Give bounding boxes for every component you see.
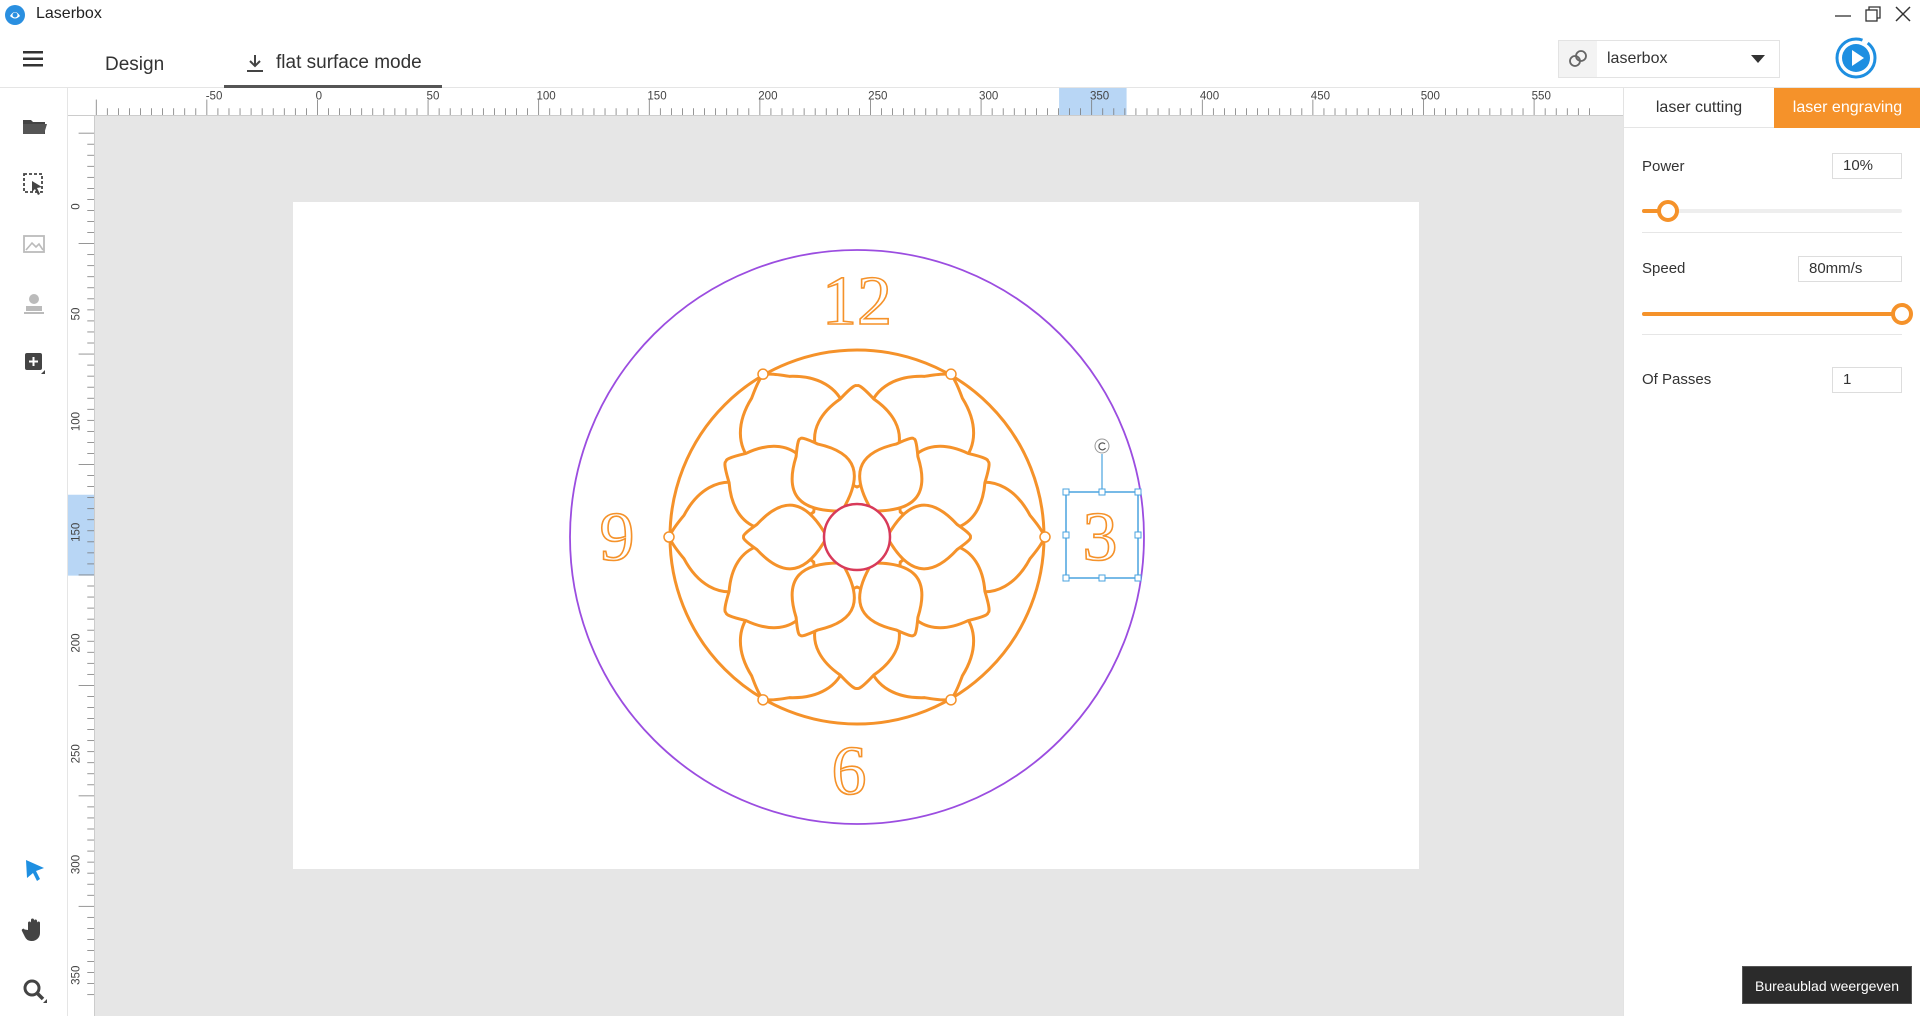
ruler-label: 450 — [1311, 91, 1330, 103]
path-node — [757, 368, 769, 380]
clock-number-9[interactable]: 9 — [599, 498, 636, 577]
tab-design[interactable]: Design — [105, 54, 164, 76]
ruler-label: 550 — [1532, 91, 1551, 103]
top-ruler[interactable]: -50 0 50 100 150 200 250 300 350 400 450… — [68, 88, 1623, 116]
ruler-label: 250 — [71, 744, 83, 763]
ruler-label: 300 — [71, 855, 83, 874]
ruler-label: 150 — [71, 523, 83, 542]
speed-label: Speed — [1642, 260, 1686, 277]
ruler-label: -50 — [206, 91, 223, 103]
ruler-label: 200 — [71, 633, 83, 652]
app-title: Laserbox — [36, 5, 102, 22]
ruler-label: 0 — [71, 203, 83, 209]
divider — [1642, 232, 1902, 233]
add-shape-icon[interactable] — [18, 346, 50, 378]
show-desktop-tooltip: Bureaublad weergeven — [1742, 966, 1912, 1004]
open-folder-icon[interactable] — [18, 110, 50, 142]
power-slider-thumb[interactable] — [1657, 200, 1679, 222]
center-circle[interactable] — [822, 502, 892, 572]
tab-laser-cutting[interactable]: laser cutting — [1624, 88, 1774, 128]
resize-handle[interactable] — [1134, 574, 1142, 582]
left-ruler-labels: 0 50 100 150 200 250 300 350 — [71, 203, 83, 985]
design-canvas[interactable]: 12 9 3 6 — [95, 116, 1623, 1016]
speed-slider[interactable] — [1642, 303, 1913, 325]
tab-flat-surface-mode[interactable]: flat surface mode — [224, 52, 442, 88]
zoom-icon[interactable] — [18, 974, 50, 1006]
ruler-label: 100 — [536, 91, 555, 103]
start-job-play-icon[interactable] — [1834, 36, 1878, 80]
resize-handle[interactable] — [1134, 531, 1142, 539]
clock-design[interactable]: 12 9 3 6 — [293, 202, 1419, 869]
link-icon — [1569, 50, 1587, 67]
settings-panel: laser cutting laser engraving Power 10% … — [1623, 88, 1920, 1016]
divider — [1642, 334, 1902, 335]
clock-number-6[interactable]: 6 — [831, 732, 868, 811]
ruler-label: 100 — [71, 412, 83, 431]
title-bar: Laserbox — [0, 0, 1920, 30]
power-input[interactable]: 10% — [1832, 153, 1902, 179]
workpiece-area[interactable]: 12 9 3 6 — [293, 202, 1419, 869]
clock-number-12[interactable]: 12 — [821, 262, 893, 341]
clock-number-3[interactable]: 3 — [1082, 498, 1119, 577]
device-name: laserbox — [1607, 50, 1668, 67]
tab-laser-engraving[interactable]: laser engraving — [1774, 88, 1920, 128]
resize-handle[interactable] — [1062, 531, 1070, 539]
left-ruler[interactable]: 0 50 100 150 200 250 300 350 — [68, 116, 95, 1016]
header-bar: Design flat surface mode laserbox — [0, 30, 1920, 88]
restore-icon[interactable] — [1858, 2, 1888, 28]
left-toolbar — [0, 88, 68, 1016]
ruler-label: 350 — [1090, 91, 1109, 103]
passes-label: Of Passes — [1642, 371, 1712, 388]
ruler-label: 500 — [1421, 91, 1440, 103]
ruler-label: 200 — [758, 91, 777, 103]
resize-handle[interactable] — [1098, 574, 1106, 582]
chevron-down-icon — [1751, 55, 1765, 63]
path-node — [757, 694, 769, 706]
path-node — [945, 368, 957, 380]
tab-flat-label: flat surface mode — [276, 52, 422, 73]
stamp-icon[interactable] — [18, 288, 50, 320]
speed-input[interactable]: 80mm/s — [1798, 256, 1902, 282]
power-slider[interactable] — [1642, 200, 1902, 222]
resize-handle[interactable] — [1062, 574, 1070, 582]
ruler-label: 50 — [71, 308, 83, 321]
path-node — [945, 694, 957, 706]
power-label: Power — [1642, 158, 1685, 175]
laserbox-logo-icon — [5, 5, 25, 25]
path-node — [663, 531, 675, 543]
minimize-icon[interactable] — [1828, 2, 1858, 28]
ruler-label: 350 — [71, 966, 83, 985]
download-tray-icon — [247, 55, 263, 72]
device-link-button[interactable] — [1559, 41, 1597, 77]
ruler-label: 250 — [868, 91, 887, 103]
close-icon[interactable] — [1888, 2, 1918, 28]
pointer-icon[interactable] — [18, 854, 50, 886]
ruler-label: 300 — [979, 91, 998, 103]
top-ruler-labels: -50 0 50 100 150 200 250 300 350 400 450… — [206, 91, 1551, 103]
ruler-label: 50 — [427, 91, 440, 103]
image-icon[interactable] — [18, 228, 50, 260]
rotate-handle-icon[interactable] — [1094, 438, 1110, 454]
hamburger-menu-icon[interactable] — [18, 46, 50, 72]
ruler-label: 400 — [1200, 91, 1219, 103]
resize-handle[interactable] — [1134, 488, 1142, 496]
select-region-icon[interactable] — [18, 168, 50, 200]
ruler-label: 0 — [316, 91, 322, 103]
resize-handle[interactable] — [1098, 488, 1106, 496]
resize-handle[interactable] — [1062, 488, 1070, 496]
path-node — [1039, 531, 1051, 543]
speed-slider-fill — [1642, 312, 1902, 316]
hand-pan-icon[interactable] — [18, 914, 50, 946]
speed-slider-thumb[interactable] — [1891, 303, 1913, 325]
device-selector[interactable]: laserbox — [1558, 40, 1780, 78]
passes-input[interactable]: 1 — [1832, 367, 1902, 393]
ruler-label: 150 — [647, 91, 666, 103]
